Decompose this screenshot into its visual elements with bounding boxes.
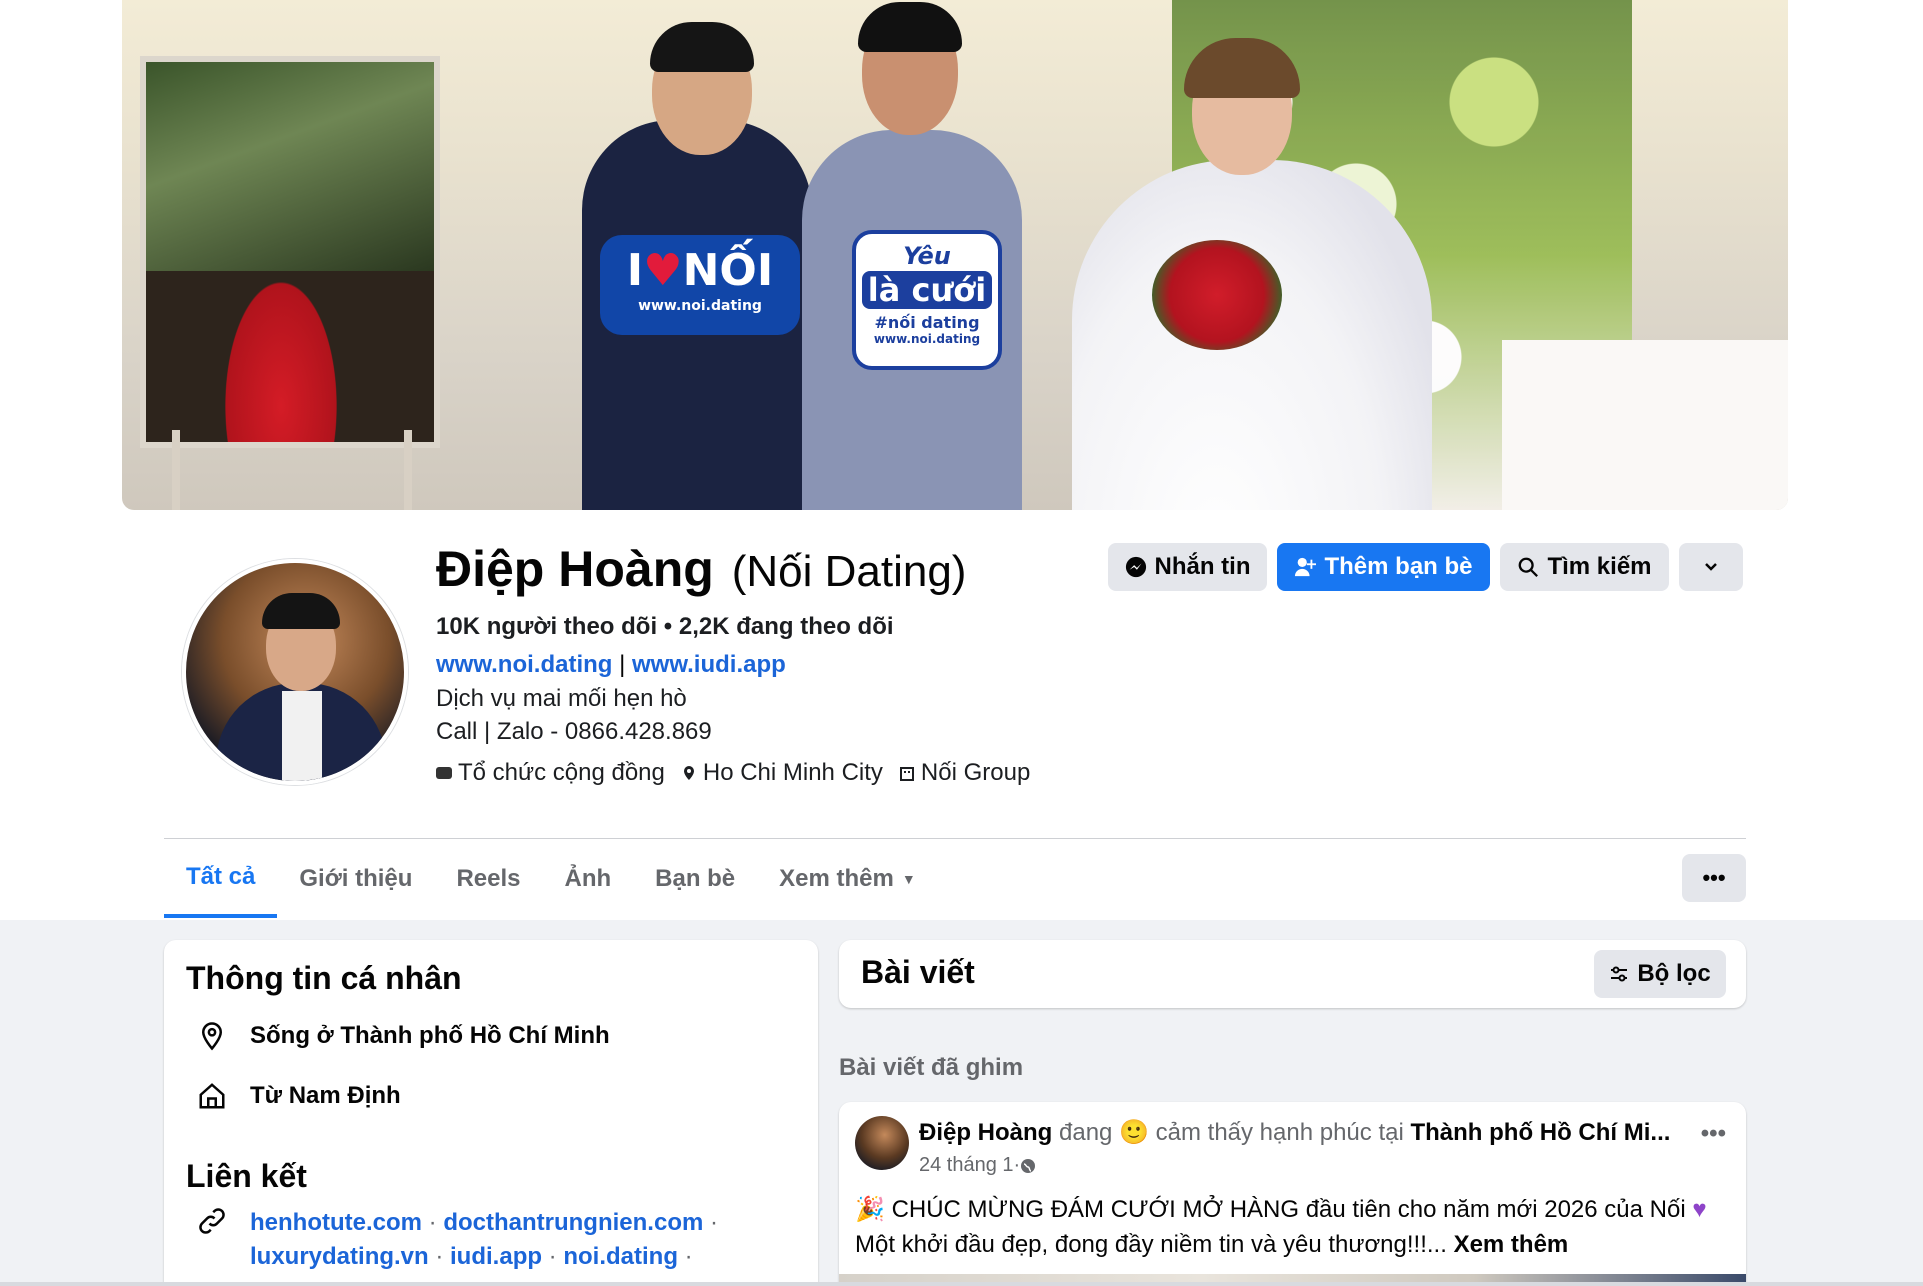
profile-tabs: Tất cả Giới thiệu Reels Ảnh Bạn bè Xem t…: [164, 840, 938, 920]
intro-link[interactable]: iudi.app: [450, 1243, 542, 1270]
search-button[interactable]: Tìm kiếm: [1500, 543, 1669, 591]
tabs-more-button[interactable]: •••: [1682, 854, 1746, 902]
post-avatar[interactable]: [855, 1116, 909, 1170]
profile-avatar[interactable]: [182, 559, 408, 785]
cover-easel: [172, 430, 412, 510]
posts-title: Bài viết: [861, 954, 975, 990]
intro-lives-row: Sống ở Thành phố Hồ Chí Minh: [194, 1018, 610, 1054]
tab-all[interactable]: Tất cả: [164, 840, 278, 918]
cover-sign-yeu-la-cuoi: Yêu là cưới #nối dating www.noi.dating: [852, 230, 1002, 370]
intro-link[interactable]: noi.dating: [563, 1243, 678, 1270]
search-icon: [1519, 557, 1539, 577]
intro-link[interactable]: docthantrungnien.com: [443, 1209, 703, 1236]
message-button[interactable]: Nhắn tin: [1108, 543, 1267, 591]
messenger-icon: [1125, 556, 1146, 578]
cover-sign-i-love-noi: I♥NỐI www.noi.dating: [600, 235, 800, 335]
link-icon: [194, 1206, 230, 1274]
followers-count[interactable]: 10K người theo dõi: [436, 613, 657, 640]
bio-line-1: Dịch vụ mai mối hẹn hò: [436, 685, 687, 712]
group-item: Nối Group: [899, 759, 1030, 787]
bottom-edge: [0, 1282, 1923, 1286]
intro-from-row: Từ Nam Định: [194, 1078, 401, 1114]
party-popper-icon: 🎉: [855, 1196, 885, 1223]
link-iudi-app[interactable]: www.iudi.app: [632, 651, 786, 678]
intro-links-row: henhotute.com · docthantrungnien.com · l…: [194, 1206, 770, 1274]
purple-heart-icon: ♥: [1692, 1196, 1707, 1223]
post-author[interactable]: Điệp Hoàng: [919, 1119, 1052, 1146]
bouquet: [1152, 240, 1282, 350]
intro-links: henhotute.com · docthantrungnien.com · l…: [250, 1209, 718, 1270]
follow-counts: 10K người theo dõi • 2,2K đang theo dõi: [436, 613, 894, 640]
post-text: 🎉 CHÚC MỪNG ĐÁM CƯỚI MỞ HÀNG đầu tiên ch…: [855, 1196, 1707, 1258]
tab-more[interactable]: Xem thêm ▼: [757, 840, 938, 918]
tab-about[interactable]: Giới thiệu: [277, 840, 434, 918]
add-friend-button[interactable]: Thêm bạn bè: [1277, 543, 1490, 591]
intro-title: Thông tin cá nhân: [186, 960, 462, 996]
bio-line-2: Call | Zalo - 0866.428.869: [436, 718, 712, 745]
tabs-divider: [164, 838, 1746, 839]
profile-meta: Tổ chức cộng đồng Ho Chi Minh City Nối G…: [436, 759, 1046, 787]
briefcase-icon: [436, 767, 452, 779]
building-icon: [899, 767, 914, 781]
intro-link[interactable]: luxurydating.vn: [250, 1243, 429, 1270]
home-icon: [194, 1078, 230, 1114]
post-options-button[interactable]: •••: [1701, 1120, 1726, 1148]
tab-friends[interactable]: Bạn bè: [633, 840, 757, 918]
post-header: Điệp Hoàng đang 🙂 cảm thấy hạnh phúc tại…: [919, 1119, 1671, 1146]
link-noi-dating[interactable]: www.noi.dating: [436, 651, 612, 678]
chevron-down-icon: [1705, 563, 1717, 571]
post-date-row: 24 tháng 1 ·: [919, 1154, 1036, 1177]
cover-photo[interactable]: I♥NỐI www.noi.dating Yêu là cưới #nối da…: [122, 0, 1788, 510]
see-more-link[interactable]: Xem thêm: [1454, 1231, 1569, 1258]
links-title: Liên kết: [186, 1158, 307, 1194]
globe-icon: [1021, 1158, 1036, 1173]
profile-alt-name: (Nối Dating): [731, 547, 967, 596]
pinned-post: Điệp Hoàng đang 🙂 cảm thấy hạnh phúc tại…: [839, 1102, 1746, 1286]
more-actions-button[interactable]: [1679, 543, 1743, 591]
post-place[interactable]: Thành phố Hồ Chí Mi...: [1410, 1119, 1670, 1146]
location-item: Ho Chi Minh City: [681, 759, 883, 787]
intro-link[interactable]: henhotute.com: [250, 1209, 422, 1236]
profile-name: Điệp Hoàng (Nối Dating): [436, 541, 967, 597]
following-count[interactable]: 2,2K đang theo dõi: [679, 613, 894, 640]
intro-card: Thông tin cá nhân Sống ở Thành phố Hồ Ch…: [164, 940, 818, 1286]
pinned-posts-label: Bài viết đã ghim: [839, 1054, 1024, 1081]
location-pin-icon: [683, 766, 694, 780]
smile-emoji-icon: 🙂: [1119, 1119, 1149, 1146]
filter-icon: [1611, 966, 1628, 982]
tab-reels[interactable]: Reels: [434, 840, 542, 918]
caret-down-icon: ▼: [901, 871, 916, 887]
add-friend-icon: [1295, 557, 1317, 577]
cover-framed-photo: [140, 56, 440, 448]
cover-people: I♥NỐI www.noi.dating Yêu là cưới #nối da…: [552, 2, 1432, 510]
post-date[interactable]: 24 tháng 1: [919, 1154, 1014, 1177]
posts-header-card: Bài viết Bộ lọc: [839, 940, 1746, 1008]
profile-links: www.noi.dating | www.iudi.app: [436, 651, 786, 678]
category-item: Tổ chức cộng đồng: [436, 759, 665, 787]
location-pin-icon: [194, 1018, 230, 1054]
cover-table: [1502, 340, 1788, 510]
filter-button[interactable]: Bộ lọc: [1594, 950, 1726, 998]
tab-photos[interactable]: Ảnh: [542, 840, 633, 918]
